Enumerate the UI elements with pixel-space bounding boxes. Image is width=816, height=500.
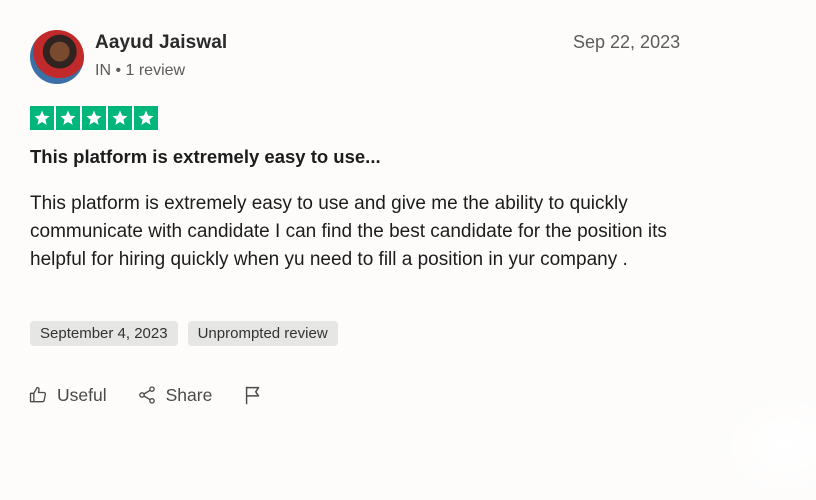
reviewer-country: IN — [95, 62, 111, 79]
share-label: Share — [165, 384, 213, 405]
unprompted-review-tag[interactable]: Unprompted review — [187, 321, 338, 346]
reviewer-meta: IN • 1 review — [95, 62, 185, 80]
experience-date-tag: September 4, 2023 — [30, 321, 178, 346]
reviewer-avatar[interactable] — [30, 30, 84, 84]
review-actions: Useful Share — [28, 384, 294, 406]
useful-label: Useful — [57, 384, 107, 405]
reviewer-name[interactable]: Aayud Jaiswal — [95, 32, 227, 54]
share-icon — [137, 385, 157, 405]
useful-button[interactable]: Useful — [28, 385, 107, 406]
meta-separator: • — [111, 62, 126, 79]
star-icon — [56, 106, 80, 130]
report-button[interactable] — [242, 384, 264, 406]
thumbs-up-icon — [28, 385, 48, 405]
review-title[interactable]: This platform is extremely easy to use..… — [30, 146, 381, 168]
star-icon — [82, 106, 106, 130]
star-icon — [108, 106, 132, 130]
star-icon — [134, 106, 158, 130]
review-card: Aayud Jaiswal IN • 1 review Sep 22, 2023… — [0, 0, 816, 500]
background-glare — [716, 390, 816, 500]
reviewer-review-count: 1 review — [125, 62, 186, 79]
share-button[interactable]: Share — [137, 384, 213, 406]
review-tags: September 4, 2023 Unprompted review — [30, 321, 338, 346]
star-rating — [30, 106, 158, 130]
review-date: Sep 22, 2023 — [573, 32, 681, 52]
review-body: This platform is extremely easy to use a… — [30, 193, 667, 270]
flag-icon — [242, 384, 264, 406]
star-icon — [30, 106, 54, 130]
